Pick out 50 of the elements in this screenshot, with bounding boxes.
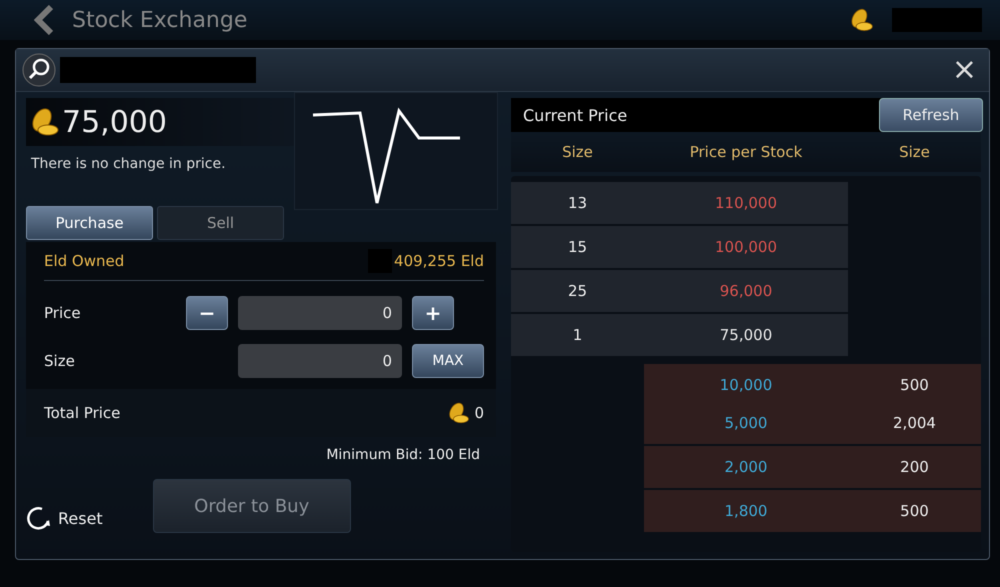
section-title: Current Price xyxy=(523,106,628,124)
size-cell-text: 500 xyxy=(899,376,930,394)
max-button[interactable]: MAX xyxy=(412,344,484,378)
order-row[interactable]: 15 100,000 xyxy=(511,226,848,268)
order-row[interactable]: 1 75,000 xyxy=(511,314,848,356)
reset-button[interactable]: Reset xyxy=(26,505,103,531)
price-cell-text: 96,000 xyxy=(718,282,774,300)
price-cell-text: 1,800 xyxy=(724,502,768,520)
column-header: Size xyxy=(561,143,594,161)
current-price: 75,000 xyxy=(62,104,167,140)
price-note: There is no change in price. xyxy=(31,156,227,172)
balance: 409,255 Eld xyxy=(394,252,484,270)
price-cell-text: 75,000 xyxy=(718,326,774,344)
total-value: 0 xyxy=(474,404,484,422)
order-row[interactable]: 2,000 200 xyxy=(644,446,981,488)
order-row[interactable]: 25 96,000 xyxy=(511,270,848,312)
price-cell-text: 100,000 xyxy=(714,238,778,256)
size-cell-text: 1 xyxy=(572,326,584,344)
size-cell-text: 2,004 xyxy=(892,414,937,432)
price-cell-text: 2,000 xyxy=(724,458,768,476)
screen-title: Stock Exchange xyxy=(72,8,248,32)
column-header: Size xyxy=(898,143,931,161)
size-cell-text: 25 xyxy=(566,282,588,300)
decrease-button[interactable]: − xyxy=(186,296,228,330)
price-field[interactable]: 0 xyxy=(238,296,402,330)
price-cell-text: 5,000 xyxy=(724,414,768,432)
order-row[interactable]: 13 110,000 xyxy=(511,182,848,224)
tab[interactable]: Sell xyxy=(157,206,284,240)
search-icon[interactable] xyxy=(22,53,56,87)
column-header: Price per Stock xyxy=(688,143,804,161)
tab[interactable]: Purchase xyxy=(26,206,153,240)
field-label: Price xyxy=(44,304,82,322)
price-cell-text: 10,000 xyxy=(718,376,774,394)
back-icon[interactable] xyxy=(34,5,54,35)
size-field[interactable]: 0 xyxy=(238,344,402,378)
refresh-button[interactable]: Refresh xyxy=(879,98,983,132)
size-cell-text: 15 xyxy=(566,238,588,256)
order-button[interactable]: Order to Buy xyxy=(152,479,351,533)
size-cell-text: 500 xyxy=(899,502,930,520)
increase-button[interactable]: + xyxy=(412,296,454,330)
price-cell-text: 110,000 xyxy=(714,194,778,212)
size-cell-text: 200 xyxy=(899,458,930,476)
order-row[interactable]: 1,800 500 xyxy=(644,490,981,532)
minimum-bid-note: Minimum Bid: 100 Eld xyxy=(325,446,481,463)
field-label: Size xyxy=(44,352,76,370)
close-button[interactable]: × xyxy=(952,55,977,85)
size-cell-text: 13 xyxy=(566,194,588,212)
field-label: Eld Owned xyxy=(44,252,124,270)
field-label: Total Price xyxy=(44,404,122,422)
reset-icon xyxy=(26,505,52,531)
